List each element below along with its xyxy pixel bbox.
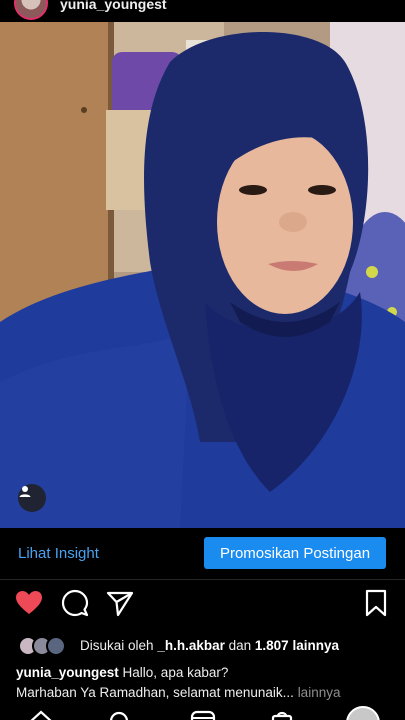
reels-icon[interactable]	[190, 710, 216, 720]
shop-icon[interactable]	[270, 710, 294, 720]
comment-button[interactable]	[60, 588, 90, 618]
caption-line2: Marhaban Ya Ramadhan, selamat menunaik..…	[16, 685, 294, 700]
home-icon[interactable]	[28, 710, 54, 720]
header-username[interactable]: yunia_youngest	[60, 0, 167, 12]
post-photo[interactable]	[0, 22, 405, 528]
heart-icon	[16, 591, 42, 614]
liker-avatar	[46, 636, 66, 656]
likes-count[interactable]: 1.807 lainnya	[255, 638, 339, 653]
caption-line1: Hallo, apa kabar?	[122, 665, 229, 680]
header-avatar[interactable]	[14, 0, 48, 20]
liker-username[interactable]: _h.h.akbar	[157, 638, 225, 653]
bottom-nav	[0, 704, 405, 720]
profile-avatar-icon[interactable]	[346, 706, 380, 720]
likes-prefix: Disukai oleh	[80, 638, 154, 653]
insight-bar: Lihat Insight Promosikan Postingan	[0, 528, 405, 580]
user-tag-badge[interactable]	[18, 484, 46, 512]
caption-username[interactable]: yunia_youngest	[16, 665, 119, 680]
save-button[interactable]	[361, 588, 391, 618]
post-header: yunia_youngest	[0, 0, 405, 22]
comment-icon	[61, 589, 89, 617]
likes-joiner: dan	[228, 638, 252, 653]
post-actions	[0, 588, 405, 624]
likes-summary[interactable]: Disukai oleh _h.h.akbar dan 1.807 lainny…	[18, 634, 398, 658]
search-icon[interactable]	[108, 710, 132, 720]
send-icon	[106, 591, 134, 617]
photo-illustration	[0, 22, 405, 528]
like-button[interactable]	[14, 588, 44, 618]
post-caption: yunia_youngest Hallo, apa kabar? Marhaba…	[16, 663, 401, 703]
user-tag-icon	[19, 486, 31, 497]
view-insights-link[interactable]: Lihat Insight	[18, 545, 99, 562]
bookmark-icon	[365, 589, 387, 617]
caption-more-link[interactable]: lainnya	[298, 685, 341, 700]
share-button[interactable]	[105, 588, 135, 618]
promote-post-button[interactable]: Promosikan Postingan	[204, 537, 386, 569]
likes-text: Disukai oleh _h.h.akbar dan 1.807 lainny…	[80, 638, 339, 653]
